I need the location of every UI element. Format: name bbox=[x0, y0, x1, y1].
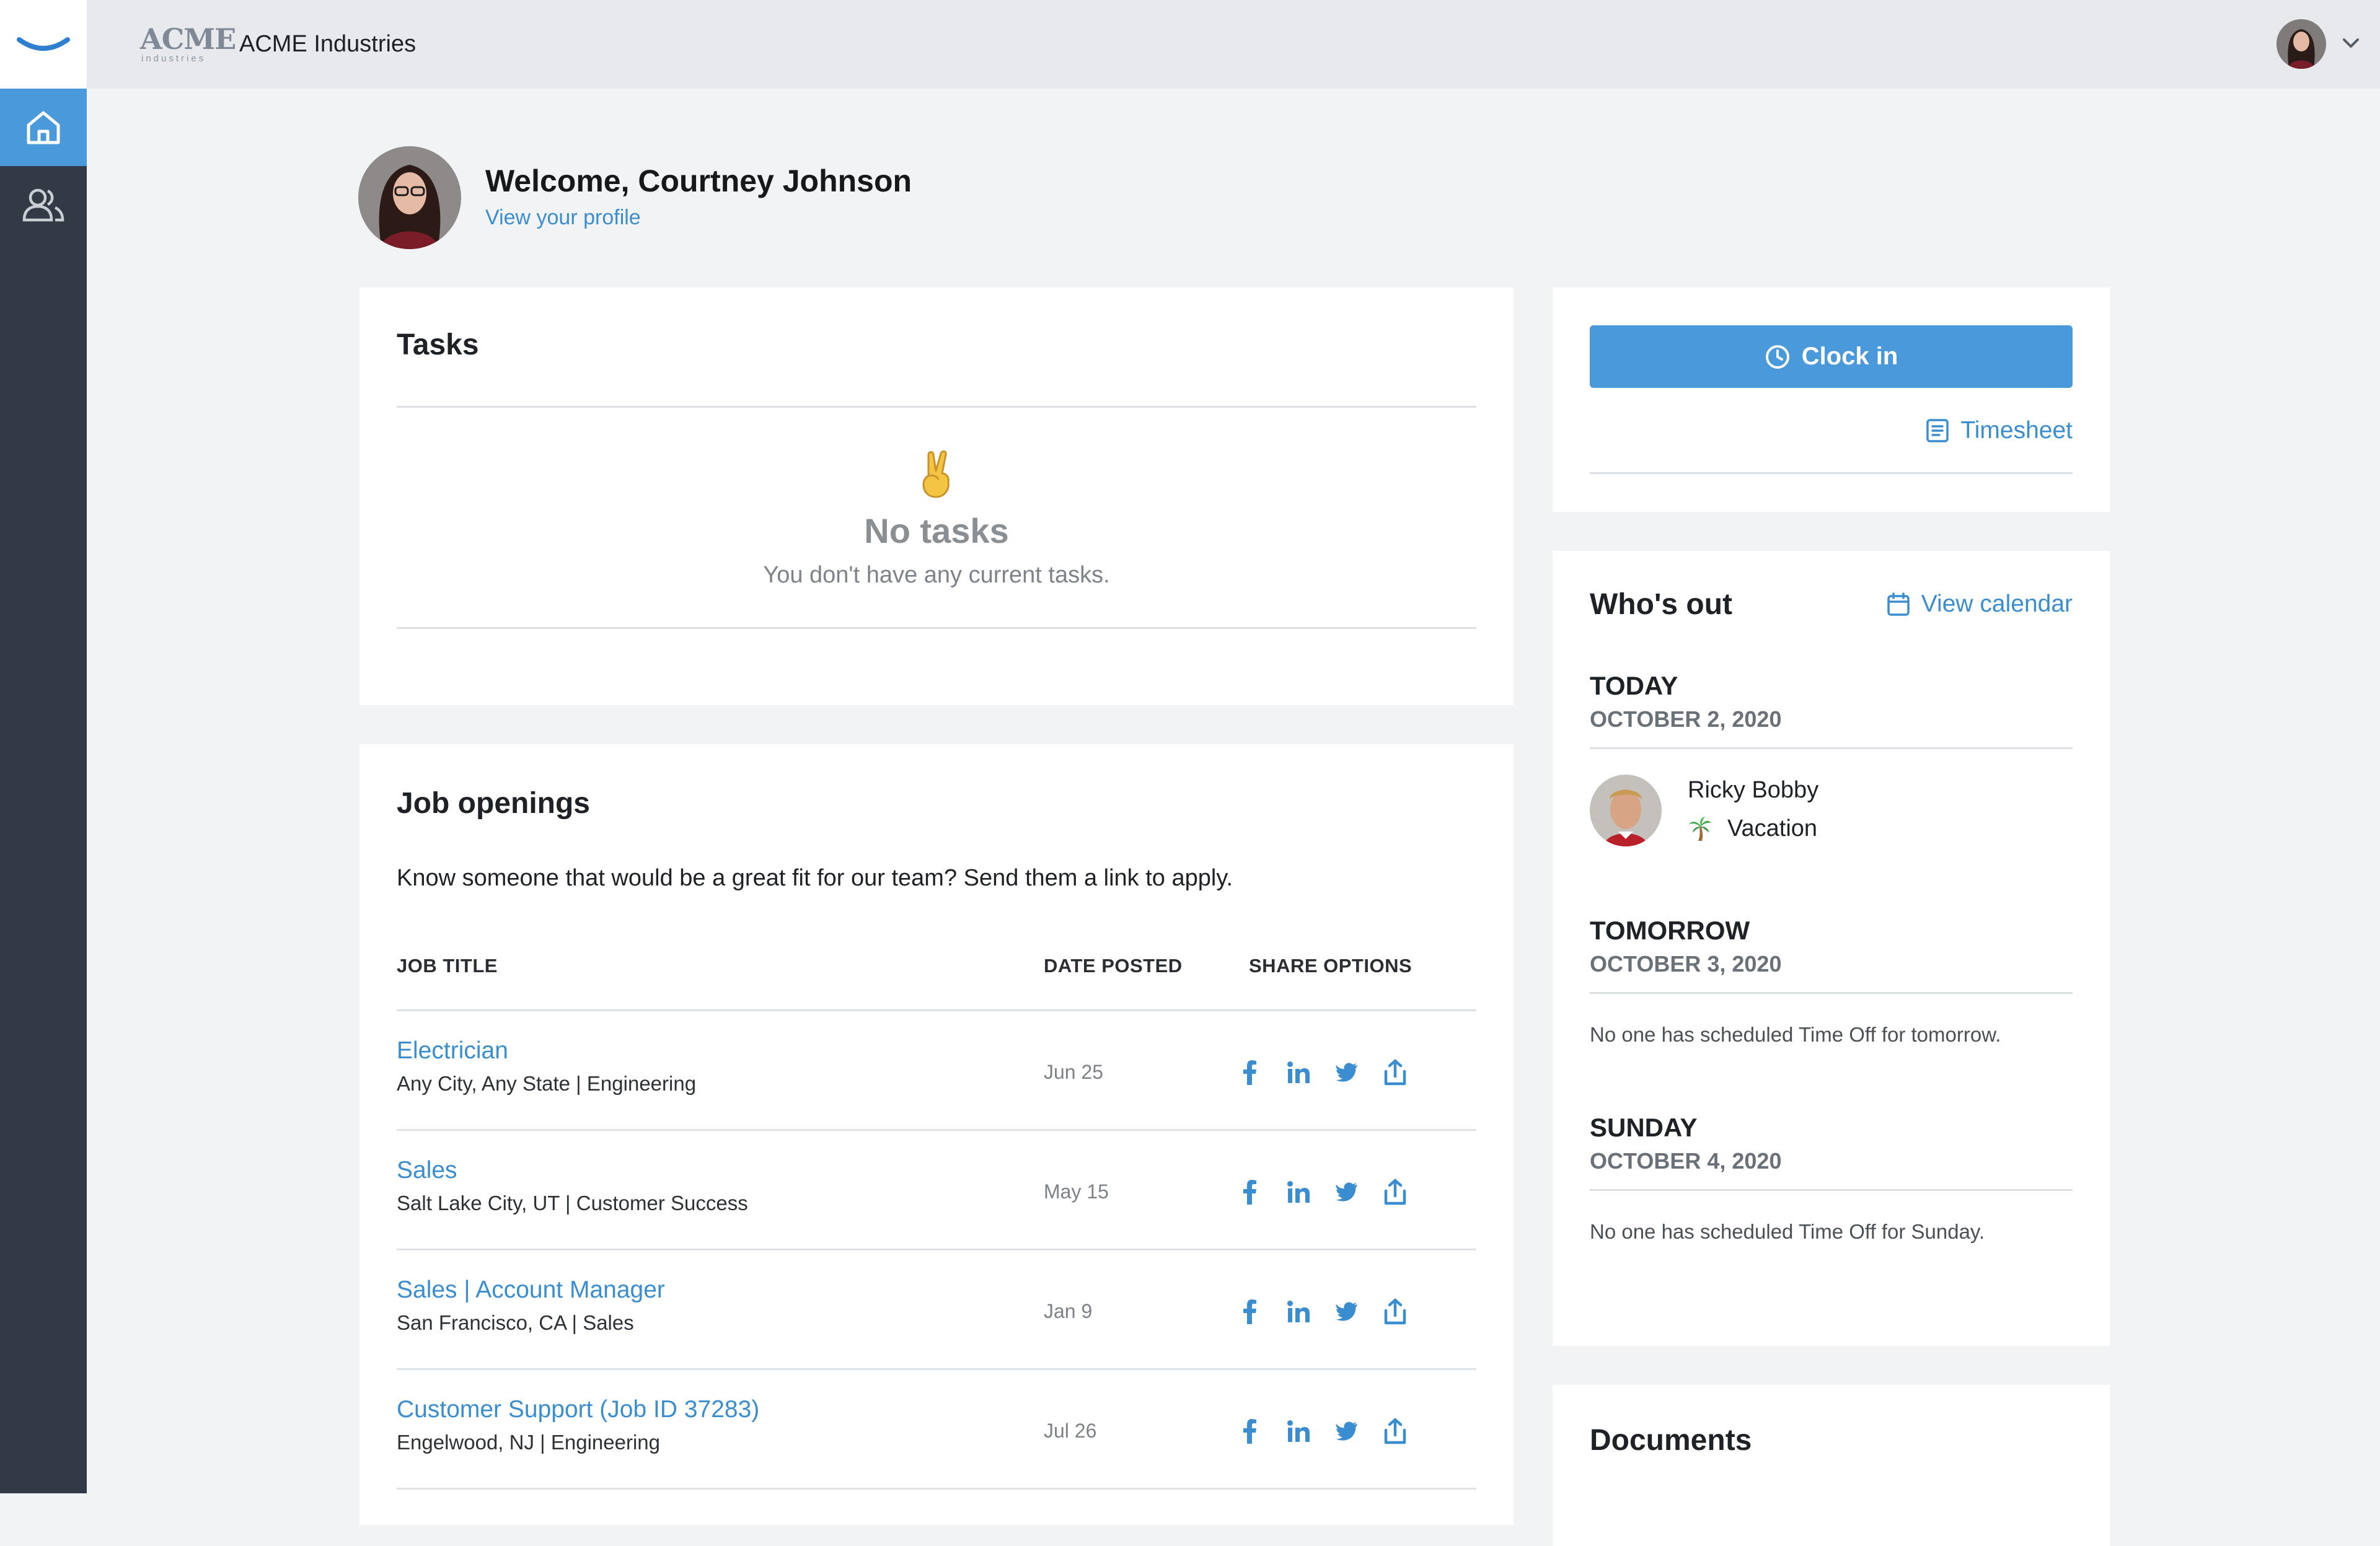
timesheet-link[interactable]: Timesheet bbox=[1926, 416, 2073, 446]
column-share-options: SHARE OPTIONS bbox=[1249, 955, 1413, 977]
linkedin-icon[interactable] bbox=[1282, 1415, 1315, 1448]
victory-hand-icon bbox=[922, 450, 950, 498]
job-title-link[interactable]: Sales | Account Manager bbox=[397, 1275, 665, 1305]
job-meta: Salt Lake City, UT | Customer Success bbox=[397, 1192, 748, 1214]
job-date: Jan 9 bbox=[1044, 1300, 1093, 1322]
time-off-reason-label: Vacation bbox=[1727, 815, 1818, 841]
clock-in-card: Clock in Timesheet bbox=[1553, 288, 2110, 512]
job-meta: Any City, Any State | Engineering bbox=[397, 1072, 697, 1095]
person-name: Ricky Bobby bbox=[1688, 777, 1819, 803]
day-date: OCTOBER 2, 2020 bbox=[1590, 706, 1782, 732]
table-row: Sales | Account Manager San Francisco, C… bbox=[397, 1250, 1476, 1370]
clock-in-label: Clock in bbox=[1801, 343, 1898, 370]
job-title-link[interactable]: Electrician bbox=[397, 1036, 508, 1066]
timesheet-icon bbox=[1926, 419, 1949, 442]
tasks-card: Tasks No tasks You don't have any curren… bbox=[359, 288, 1514, 705]
twitter-icon[interactable] bbox=[1330, 1056, 1364, 1089]
row-divider bbox=[397, 1488, 1476, 1490]
welcome-title: Welcome, Courtney Johnson bbox=[485, 164, 912, 198]
facebook-icon[interactable] bbox=[1233, 1295, 1267, 1329]
no-time-off-message: No one has scheduled Time Off for Sunday… bbox=[1590, 1220, 1985, 1243]
day-date: OCTOBER 3, 2020 bbox=[1590, 951, 1782, 977]
divider bbox=[1590, 747, 2073, 749]
company-name: ACME Industries bbox=[239, 31, 416, 57]
palm-tree-icon bbox=[1689, 817, 1711, 841]
company-logo-sub: industries bbox=[141, 53, 206, 64]
linkedin-icon[interactable] bbox=[1282, 1056, 1315, 1089]
company-logo[interactable]: ACME industries bbox=[140, 24, 236, 67]
facebook-icon[interactable] bbox=[1233, 1415, 1267, 1448]
top-bar: ACME industries ACME Industries bbox=[87, 0, 2380, 89]
smile-logo-icon bbox=[17, 37, 70, 51]
chevron-down-icon[interactable] bbox=[2340, 35, 2361, 52]
share-icon[interactable] bbox=[1378, 1295, 1412, 1329]
empty-tasks-title: No tasks bbox=[864, 511, 1009, 550]
day-label: SUNDAY bbox=[1590, 1113, 1698, 1142]
divider bbox=[397, 406, 1476, 408]
tasks-title: Tasks bbox=[397, 328, 479, 361]
table-row: Customer Support (Job ID 37283) Engelwoo… bbox=[397, 1370, 1476, 1490]
company-logo-main: ACME bbox=[140, 22, 236, 56]
time-off-reason: Vacation bbox=[1688, 814, 1817, 843]
share-icon[interactable] bbox=[1378, 1415, 1412, 1448]
divider bbox=[1590, 992, 2073, 994]
home-icon bbox=[27, 111, 60, 144]
view-calendar-label: View calendar bbox=[1921, 591, 2073, 617]
day-label: TOMORROW bbox=[1590, 916, 1750, 945]
share-icon[interactable] bbox=[1378, 1175, 1412, 1209]
view-calendar-link[interactable]: View calendar bbox=[1887, 589, 2073, 619]
documents-card: Documents bbox=[1553, 1385, 2110, 1546]
job-title-link[interactable]: Sales bbox=[397, 1156, 457, 1185]
timesheet-label: Timesheet bbox=[1960, 417, 2073, 444]
view-profile-link[interactable]: View your profile bbox=[485, 204, 641, 231]
job-date: Jul 26 bbox=[1044, 1420, 1097, 1442]
whos-out-card: Who's out View calendar TODAY OCTOBER 2,… bbox=[1553, 551, 2110, 1346]
user-avatar[interactable] bbox=[2276, 19, 2326, 69]
job-openings-intro: Know someone that would be a great fit f… bbox=[397, 865, 1233, 891]
clock-icon bbox=[1765, 345, 1789, 369]
table-row: Electrician Any City, Any State | Engine… bbox=[397, 1011, 1476, 1131]
day-label: TODAY bbox=[1590, 671, 1678, 700]
profile-avatar[interactable] bbox=[358, 146, 461, 249]
twitter-icon[interactable] bbox=[1330, 1295, 1364, 1329]
documents-title: Documents bbox=[1590, 1424, 1752, 1457]
column-date-posted: DATE POSTED bbox=[1044, 955, 1183, 977]
clock-in-button[interactable]: Clock in bbox=[1590, 325, 2073, 388]
divider bbox=[1590, 472, 2073, 474]
job-title-link[interactable]: Customer Support (Job ID 37283) bbox=[397, 1395, 759, 1425]
divider bbox=[1590, 1189, 2073, 1191]
divider bbox=[397, 627, 1476, 629]
sidebar-item-people[interactable] bbox=[0, 166, 87, 244]
table-row: Sales Salt Lake City, UT | Customer Succ… bbox=[397, 1131, 1476, 1250]
twitter-icon[interactable] bbox=[1330, 1175, 1364, 1209]
job-openings-card: Job openings Know someone that would be … bbox=[359, 744, 1514, 1525]
person-avatar[interactable] bbox=[1590, 775, 1662, 846]
sidebar bbox=[0, 0, 87, 1493]
job-date: May 15 bbox=[1044, 1180, 1109, 1203]
share-icon[interactable] bbox=[1378, 1056, 1412, 1089]
job-date: Jun 25 bbox=[1044, 1061, 1104, 1083]
job-meta: San Francisco, CA | Sales bbox=[397, 1311, 634, 1334]
whos-out-title: Who's out bbox=[1590, 588, 1733, 621]
empty-tasks-subtitle: You don't have any current tasks. bbox=[763, 562, 1110, 588]
facebook-icon[interactable] bbox=[1233, 1175, 1267, 1209]
linkedin-icon[interactable] bbox=[1282, 1295, 1315, 1329]
people-icon bbox=[22, 188, 64, 221]
linkedin-icon[interactable] bbox=[1282, 1175, 1315, 1209]
job-meta: Engelwood, NJ | Engineering bbox=[397, 1431, 661, 1454]
twitter-icon[interactable] bbox=[1330, 1415, 1364, 1448]
column-job-title: JOB TITLE bbox=[397, 955, 498, 977]
sidebar-item-home[interactable] bbox=[0, 89, 87, 166]
app-logo[interactable] bbox=[0, 0, 87, 89]
day-date: OCTOBER 4, 2020 bbox=[1590, 1148, 1782, 1174]
job-openings-title: Job openings bbox=[397, 787, 590, 820]
calendar-icon bbox=[1887, 592, 1910, 616]
no-time-off-message: No one has scheduled Time Off for tomorr… bbox=[1590, 1023, 2001, 1046]
facebook-icon[interactable] bbox=[1233, 1056, 1267, 1089]
